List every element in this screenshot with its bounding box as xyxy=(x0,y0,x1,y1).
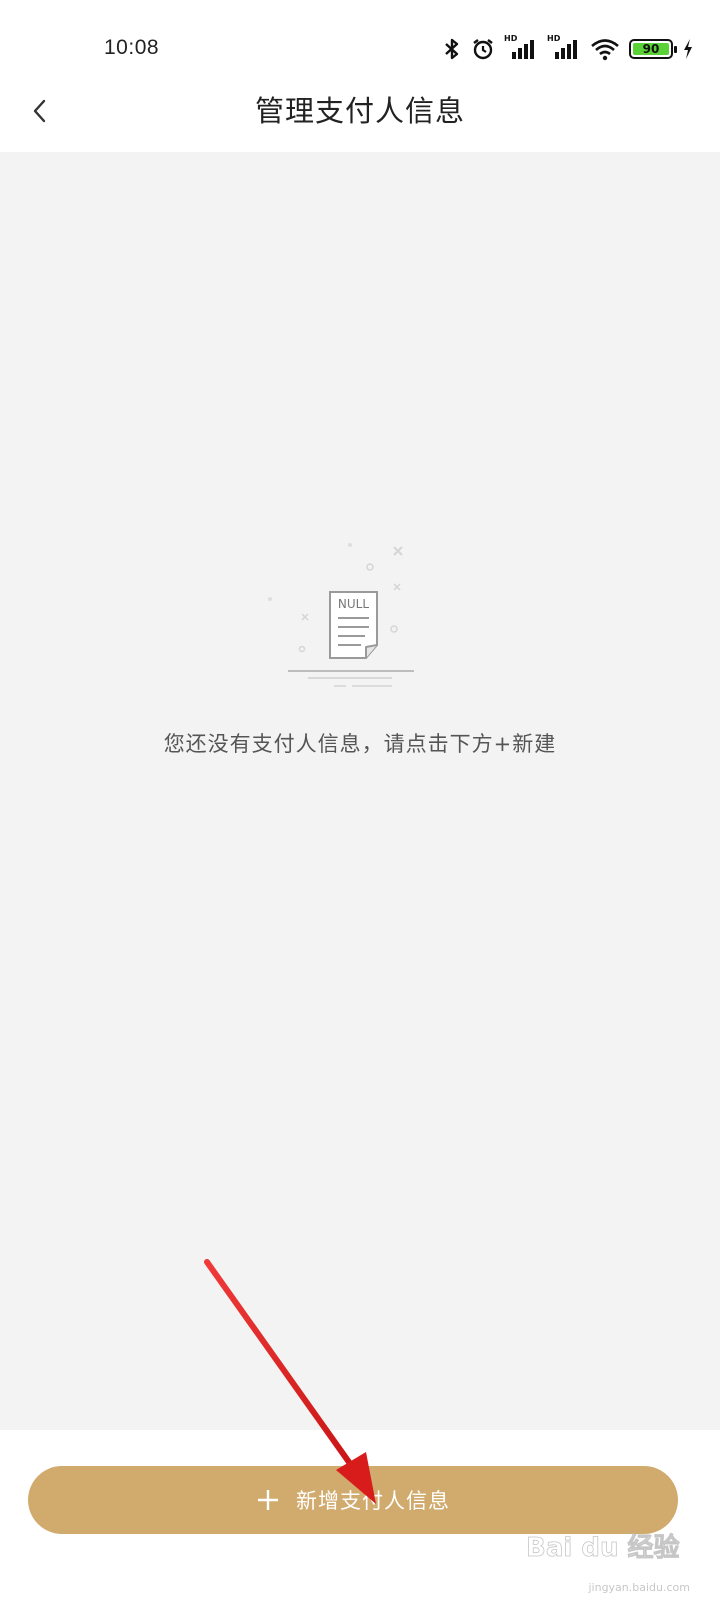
signal-hd-label: HD xyxy=(504,34,518,43)
battery-icon: 90 xyxy=(629,39,677,59)
add-payer-button-label: 新增支付人信息 xyxy=(296,1489,450,1513)
nav-bar: 管理支付人信息 xyxy=(0,70,720,152)
battery-level: 90 xyxy=(633,43,669,56)
baidu-watermark-logo: Bai du 经验 xyxy=(526,1532,680,1564)
page-title: 管理支付人信息 xyxy=(254,94,465,128)
empty-state-message: 您还没有支付人信息，请点击下方+新建 xyxy=(163,732,557,756)
charging-icon xyxy=(684,39,692,59)
watermark-url: jingyan.baidu.com xyxy=(588,1581,690,1594)
content-area: NULL 您还没有支付人信息，请点击下方+新建 xyxy=(0,152,720,1430)
bluetooth-icon xyxy=(445,38,459,60)
screen: 10:08 HD HD 90 管理支付人信息 NULL 您还没有支付人信息，请点… xyxy=(0,0,720,1600)
wifi-icon xyxy=(591,39,619,61)
document-null-label: NULL xyxy=(338,597,369,611)
signal-indicator-1: HD xyxy=(504,34,538,61)
signal-indicator-2: HD xyxy=(547,34,581,61)
plus-icon xyxy=(258,1490,278,1510)
status-time: 10:08 xyxy=(104,36,160,59)
signal-hd-label: HD xyxy=(547,34,561,43)
watermark-brand: Bai du 经验 xyxy=(526,1532,680,1563)
status-icons: HD HD 90 xyxy=(442,34,694,62)
alarm-icon xyxy=(473,39,493,60)
empty-document-icon: NULL xyxy=(268,543,414,687)
